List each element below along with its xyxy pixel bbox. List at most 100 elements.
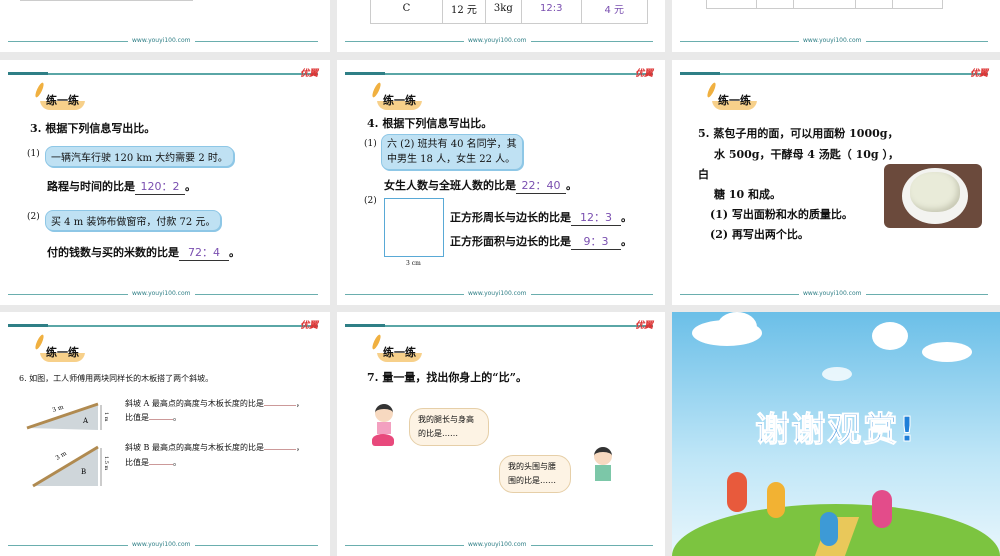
board-length-label: 3 m <box>51 404 64 414</box>
slide-thumbnail-3[interactable]: 比 前项 ：（比号） 后项 比值 www.youyi100.com <box>672 0 1000 52</box>
header-bar <box>8 72 318 75</box>
question-title: 7. 量一量，找出你身上的“比”。 <box>367 371 527 384</box>
footer-url: www.youyi100.com <box>464 541 531 549</box>
text-line: 白 <box>698 168 709 181</box>
value-b: 比值是。 <box>125 458 181 467</box>
cloud <box>822 367 852 381</box>
practice-label: 练一练 <box>40 342 85 362</box>
header-bar <box>345 324 653 327</box>
header-bar <box>8 324 318 327</box>
question-line: 路程与时间的比是 120：2。 <box>47 178 196 195</box>
question-line: 正方形面积与边长的比是 9：3。 <box>450 233 632 250</box>
slide-thumbnail-2[interactable]: C 12 元 3kg 12:3 4 元 www.youyi100.com <box>337 0 665 52</box>
footer-line: www.youyi100.com <box>8 541 318 549</box>
child-illustration <box>820 512 838 546</box>
footer-url: www.youyi100.com <box>799 37 866 45</box>
item-number: (2) <box>27 212 40 222</box>
cloud <box>717 312 757 342</box>
footer-url: www.youyi100.com <box>128 290 195 298</box>
question-line: 付的钱数与买的米数的比是 72：4。 <box>47 244 240 261</box>
answer: 12：3 <box>571 209 621 226</box>
slide-thumbnail-1[interactable]: 时 www.youyi100.com <box>0 0 330 52</box>
answer: 72：4 <box>179 244 229 261</box>
text-line: (2) 再写出两个比。 <box>710 228 809 241</box>
practice-label: 练一练 <box>377 342 422 362</box>
header-bar <box>345 72 653 75</box>
slide-thumbnail-exercise-6[interactable]: 优翼 练一练 6. 如图，工人师傅用两块同样长的木板搭了两个斜坡。 A B 3 … <box>0 312 330 556</box>
text-line: 5. 蒸包子用的面，可以用面粉 1000g， <box>698 127 899 140</box>
logo: 优翼 <box>634 69 653 79</box>
child-illustration <box>872 490 892 528</box>
question-title: 3. 根据下列信息写出比。 <box>30 122 156 135</box>
child-illustration <box>767 482 785 518</box>
footer-line: www.youyi100.com <box>345 37 653 45</box>
footer-url: www.youyi100.com <box>464 37 531 45</box>
practice-label: 练一练 <box>377 90 422 110</box>
girl-illustration <box>372 404 396 454</box>
footer-url: www.youyi100.com <box>799 290 866 298</box>
item-number: (1) <box>27 149 40 159</box>
item-number: (2) <box>364 196 377 206</box>
slopes-figure: A B 3 m 3 m 1 m 1.5 m <box>26 402 109 488</box>
square-figure <box>384 198 444 257</box>
footer-line: www.youyi100.com <box>680 290 988 298</box>
child-illustration <box>727 472 747 512</box>
boy-illustration <box>592 447 614 489</box>
question-line: 女生人数与全班人数的比是 22：40。 <box>384 177 577 194</box>
table-cell: 后项 <box>855 0 893 9</box>
logo: 优翼 <box>634 321 653 331</box>
footer-line: www.youyi100.com <box>345 290 653 298</box>
question-b: 斜坡 B 最高点的高度与木板长度的比是， <box>125 443 304 452</box>
slide-thumbnail-exercise-5[interactable]: 优翼 练一练 5. 蒸包子用的面，可以用面粉 1000g， 水 500g，干酵母… <box>672 60 1000 305</box>
slope-a-label: A <box>82 417 89 425</box>
side-label: 3 cm <box>406 260 421 267</box>
thank-you-title: 谢谢观赏! <box>755 410 917 451</box>
text-line: 水 500g，干酵母 4 汤匙（ 10g ）， <box>714 148 899 161</box>
steamed-buns-photo <box>884 164 982 228</box>
footer-line: www.youyi100.com <box>345 541 653 549</box>
slide-thumbnail-exercise-4[interactable]: 优翼 练一练 4. 根据下列信息写出比。 (1) 六 (2) 班共有 40 名同… <box>337 60 665 305</box>
text-line: 糖 10 和成。 <box>714 188 781 201</box>
table-cell: 比 <box>706 0 757 9</box>
practice-label: 练一练 <box>712 90 757 110</box>
logo: 优翼 <box>299 69 318 79</box>
info-bubble: 买 4 m 装饰布做窗帘，付款 72 元。 <box>45 210 222 231</box>
footer-line: www.youyi100.com <box>8 290 318 298</box>
text-line: (1) 写出面粉和水的质量比。 <box>710 208 853 221</box>
height-b-label: 1.5 m <box>103 456 109 471</box>
footer-line: www.youyi100.com <box>680 37 988 45</box>
footer-url: www.youyi100.com <box>464 290 531 298</box>
item-number: (1) <box>364 139 377 149</box>
height-a-label: 1 m <box>103 412 109 422</box>
table-cell: 3kg <box>484 0 522 24</box>
slide-thumbnail-exercise-3[interactable]: 优翼 练一练 3. 根据下列信息写出比。 (1) 一辆汽车行驶 120 km 大… <box>0 60 330 305</box>
table-cell: 前项 <box>756 0 794 9</box>
girl-speech-bubble: 我的腿长与身高的比是…… <box>409 408 489 446</box>
answer: 9：3 <box>571 233 621 250</box>
table-cell: 时 <box>156 0 193 1</box>
cloud <box>922 342 972 362</box>
logo: 优翼 <box>969 69 988 79</box>
slope-b-label: B <box>81 468 86 476</box>
ratio-table: 时 <box>20 0 193 1</box>
logo: 优翼 <box>299 321 318 331</box>
info-bubble: 一辆汽车行驶 120 km 大约需要 2 时。 <box>45 146 234 167</box>
table-cell: 4 元 <box>580 0 648 24</box>
question-a: 斜坡 A 最高点的高度与木板长度的比是， <box>125 399 304 408</box>
practice-label: 练一练 <box>40 90 85 110</box>
slide-thumbnail-exercise-7[interactable]: 优翼 练一练 7. 量一量，找出你身上的“比”。 我的腿长与身高的比是…… 我的… <box>337 312 665 556</box>
question-title: 4. 根据下列信息写出比。 <box>367 117 493 130</box>
question-line: 正方形周长与边长的比是 12：3。 <box>450 209 632 226</box>
answer: 22：40 <box>516 177 566 194</box>
table-cell: 12 元 <box>442 0 486 24</box>
table-cell: 12:3 <box>520 0 582 24</box>
ratio-parts-table: 比 前项 ：（比号） 后项 比值 <box>706 0 943 9</box>
slide-thumbnail-thank-you[interactable]: 谢谢观赏! <box>672 312 1000 556</box>
cloud <box>872 322 908 350</box>
footer-url: www.youyi100.com <box>128 37 195 45</box>
table-cell: C <box>370 0 443 24</box>
answer: 120：2 <box>135 178 185 195</box>
board-length-label: 3 m <box>55 450 69 462</box>
header-bar <box>680 72 988 75</box>
footer-url: www.youyi100.com <box>128 541 195 549</box>
